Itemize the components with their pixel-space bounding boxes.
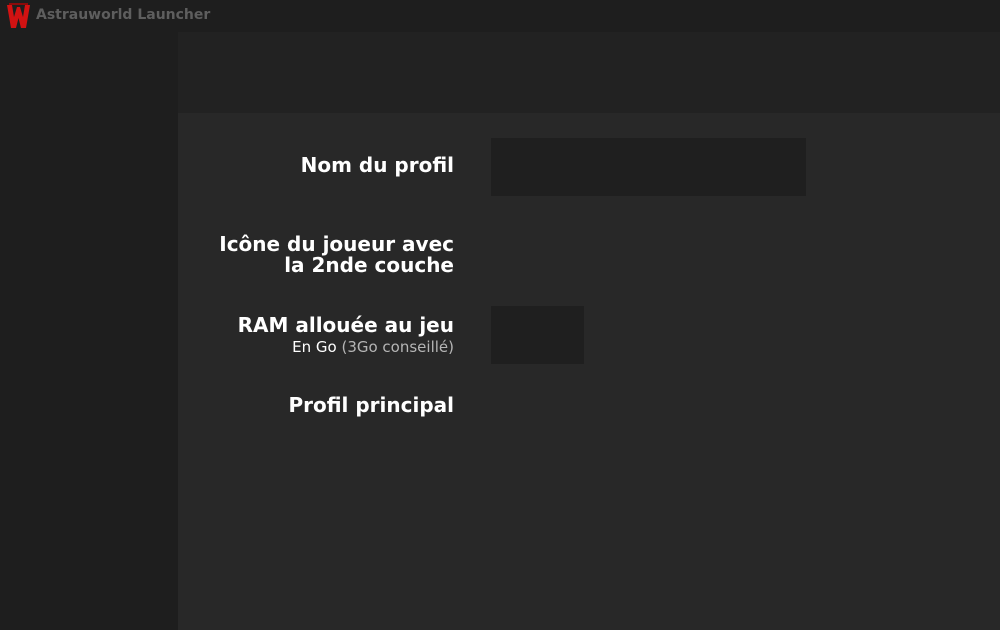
profile-name-input[interactable] xyxy=(491,138,806,196)
ram-input[interactable] xyxy=(491,306,584,364)
title-bar[interactable]: Astrauworld Launcher xyxy=(0,0,1000,32)
player-icon-label-line1: Icône du joueur avec xyxy=(219,232,454,256)
launcher-window: Astrauworld Launcher Nom du profil Icône… xyxy=(0,0,1000,630)
ram-hint: En Go (3Go conseillé) xyxy=(292,338,454,356)
ram-unit-text: En Go xyxy=(292,338,337,356)
astrauworld-logo-icon xyxy=(7,3,30,28)
content-header-band xyxy=(178,32,1000,113)
app-title: Astrauworld Launcher xyxy=(36,7,211,23)
ram-label: RAM allouée au jeu xyxy=(237,313,454,337)
ram-recommendation-text: (3Go conseillé) xyxy=(341,338,454,356)
main-profile-label: Profil principal xyxy=(288,393,454,417)
profile-name-label: Nom du profil xyxy=(300,153,454,177)
player-icon-label-line2: la 2nde couche xyxy=(284,253,454,277)
sidebar xyxy=(0,32,178,630)
